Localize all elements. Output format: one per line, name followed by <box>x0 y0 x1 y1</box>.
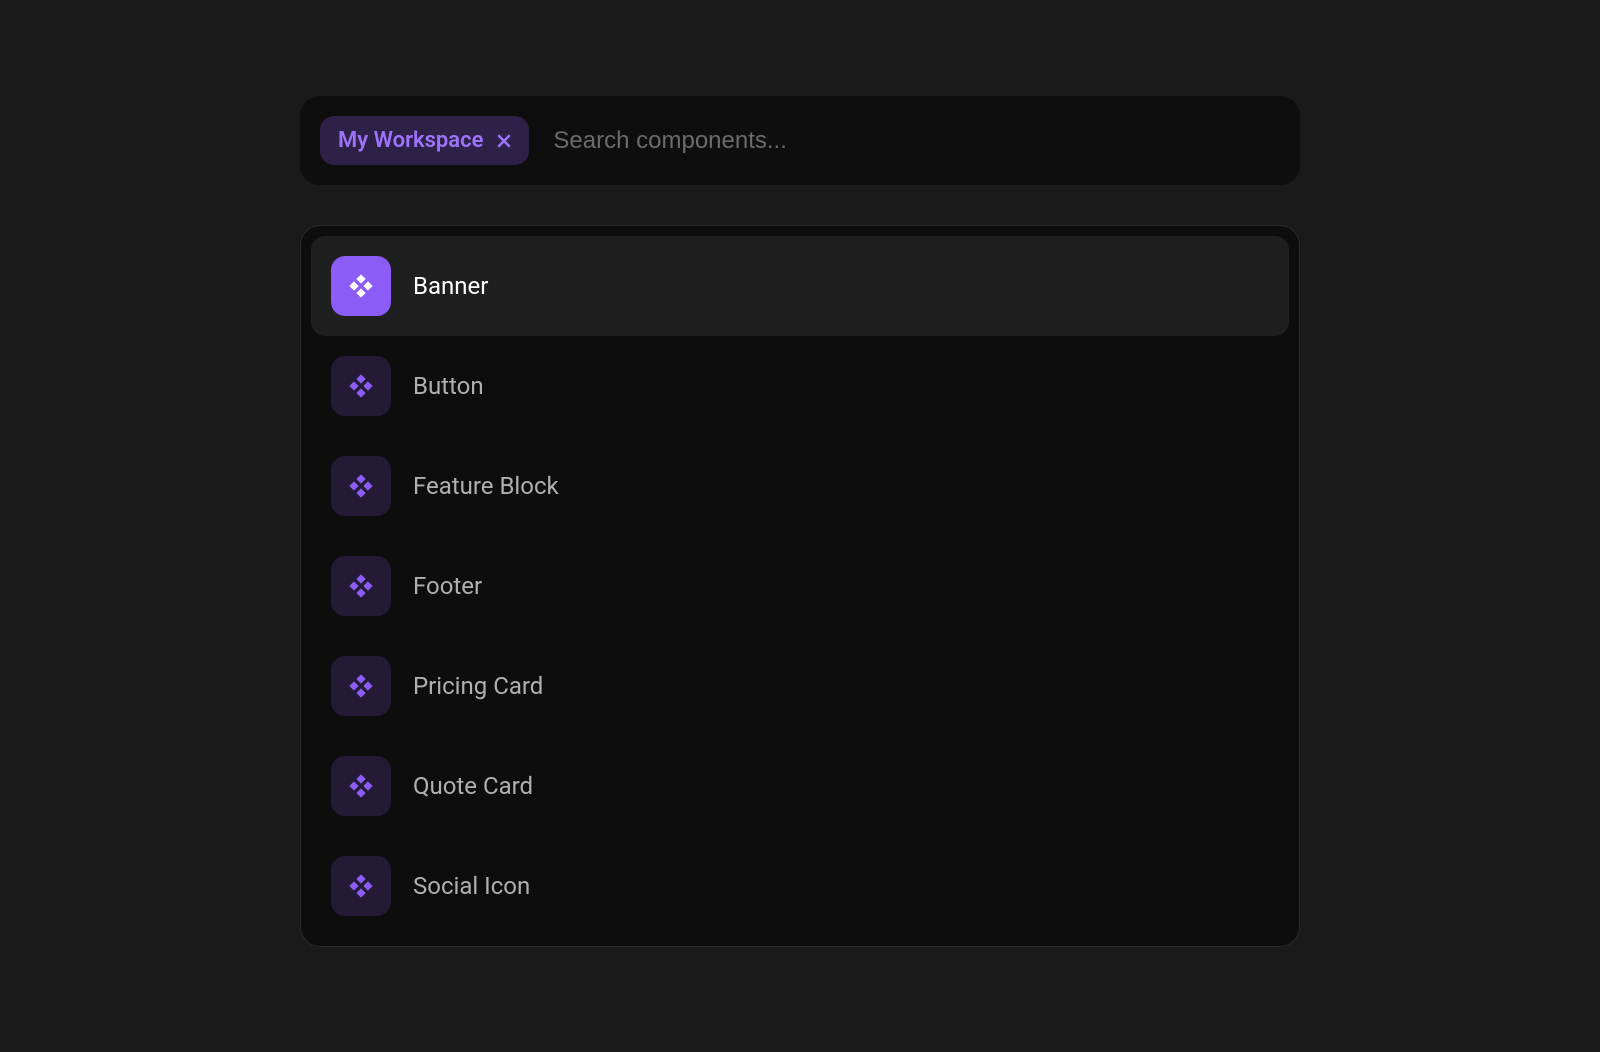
results-panel: Banner Button Feature Block Footer Prici <box>300 225 1300 947</box>
list-item-feature-block[interactable]: Feature Block <box>311 436 1289 536</box>
component-icon <box>331 456 391 516</box>
list-item-label: Banner <box>413 272 488 300</box>
workspace-tag[interactable]: My Workspace <box>320 116 529 165</box>
list-item-label: Feature Block <box>413 472 559 500</box>
list-item-pricing-card[interactable]: Pricing Card <box>311 636 1289 736</box>
list-item-label: Button <box>413 372 484 400</box>
component-icon <box>331 556 391 616</box>
component-icon <box>331 656 391 716</box>
list-item-social-icon[interactable]: Social Icon <box>311 836 1289 936</box>
workspace-tag-label: My Workspace <box>338 128 483 153</box>
list-item-label: Quote Card <box>413 772 533 800</box>
list-item-label: Footer <box>413 572 482 600</box>
list-item-quote-card[interactable]: Quote Card <box>311 736 1289 836</box>
search-input[interactable] <box>553 127 1280 155</box>
list-item-banner[interactable]: Banner <box>311 236 1289 336</box>
command-palette: My Workspace Banner Button <box>300 96 1300 1052</box>
component-icon <box>331 256 391 316</box>
search-bar: My Workspace <box>300 96 1300 185</box>
list-item-button[interactable]: Button <box>311 336 1289 436</box>
component-icon <box>331 356 391 416</box>
list-item-label: Social Icon <box>413 872 530 900</box>
component-icon <box>331 856 391 916</box>
close-icon[interactable] <box>497 134 511 148</box>
list-item-label: Pricing Card <box>413 672 543 700</box>
component-icon <box>331 756 391 816</box>
list-item-footer[interactable]: Footer <box>311 536 1289 636</box>
